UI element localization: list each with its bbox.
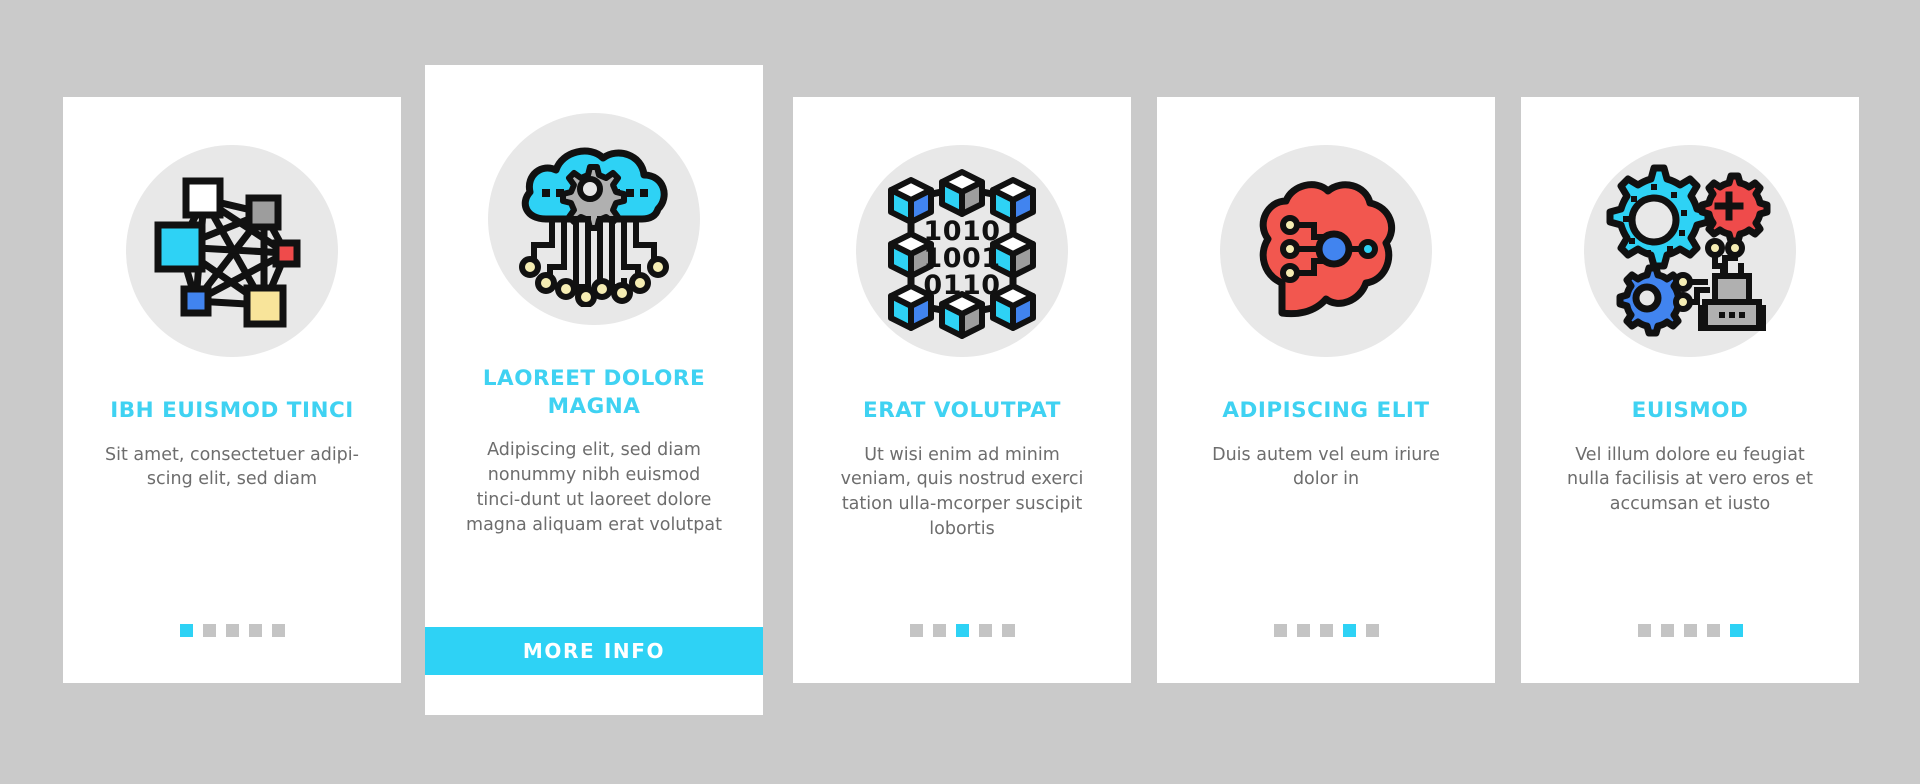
pagination-dot[interactable] xyxy=(179,624,193,637)
card-description: Adipiscing elit, sed diam nonummy nibh e… xyxy=(466,440,722,535)
icon-wrap-5 xyxy=(1584,145,1796,357)
onboarding-card-5[interactable]: EUISMOD Vel illum dolore eu feugiat null… xyxy=(1521,97,1859,683)
icon-wrap-4 xyxy=(1220,145,1432,357)
pagination-dot[interactable] xyxy=(271,624,285,637)
pagination-dots-1[interactable] xyxy=(179,624,285,637)
pagination-dot[interactable] xyxy=(1637,624,1651,637)
pagination-dot[interactable] xyxy=(978,624,992,637)
pagination-dot[interactable] xyxy=(1001,624,1015,637)
pagination-dot[interactable] xyxy=(248,624,262,637)
card-title: IBH EUISMOD TINCI xyxy=(110,398,354,423)
automation-robot-icon xyxy=(1584,145,1796,357)
card-title: LAOREET DOLORE MAGNA xyxy=(482,366,706,419)
pagination-dot[interactable] xyxy=(1660,624,1674,637)
pagination-dots-4[interactable] xyxy=(1273,624,1379,637)
neural-network-icon xyxy=(126,145,338,357)
pagination-dots-3[interactable] xyxy=(909,624,1015,637)
pagination-dot[interactable] xyxy=(1683,624,1697,637)
pagination-dots-5[interactable] xyxy=(1637,624,1743,637)
ai-brain-icon xyxy=(1220,145,1432,357)
card-description: Ut wisi enim ad minim veniam, quis nostr… xyxy=(840,444,1084,540)
pagination-dot[interactable] xyxy=(1296,624,1310,637)
pagination-dot[interactable] xyxy=(1273,624,1287,637)
card-title: EUISMOD xyxy=(1631,398,1749,423)
icon-wrap-2 xyxy=(488,113,700,325)
onboarding-card-3[interactable]: 1010 1001 0110 ERAT VOLUTPAT Ut wisi eni… xyxy=(793,97,1131,683)
pagination-dot[interactable] xyxy=(225,624,239,637)
card-description: Sit amet, consectetuer adipi-scing elit,… xyxy=(105,444,359,490)
binary-line-3: 0110 xyxy=(923,270,1000,301)
icon-wrap-3: 1010 1001 0110 xyxy=(856,145,1068,357)
pagination-dot[interactable] xyxy=(1342,624,1356,637)
card-description: Vel illum dolore eu feugiat nulla facili… xyxy=(1567,444,1813,515)
card-description: Duis autem vel eum iriure dolor in xyxy=(1212,444,1440,490)
pagination-dot[interactable] xyxy=(202,624,216,637)
blockchain-icon: 1010 1001 0110 xyxy=(856,145,1068,357)
onboarding-card-2[interactable]: LAOREET DOLORE MAGNA Adipiscing elit, se… xyxy=(425,65,763,715)
cloud-computing-icon xyxy=(488,113,700,325)
card-title: ERAT VOLUTPAT xyxy=(863,398,1061,423)
pagination-dot[interactable] xyxy=(955,624,969,637)
card-title: ADIPISCING ELIT xyxy=(1222,398,1430,423)
onboarding-card-4[interactable]: ADIPISCING ELIT Duis autem vel eum iriur… xyxy=(1157,97,1495,683)
onboarding-screens-stage: IBH EUISMOD TINCI Sit amet, consectetuer… xyxy=(0,0,1920,784)
pagination-dot[interactable] xyxy=(1319,624,1333,637)
pagination-dot[interactable] xyxy=(1729,624,1743,637)
pagination-dot[interactable] xyxy=(932,624,946,637)
icon-wrap-1 xyxy=(126,145,338,357)
more-info-button[interactable]: MORE INFO xyxy=(425,627,763,675)
pagination-dot[interactable] xyxy=(1365,624,1379,637)
onboarding-card-1[interactable]: IBH EUISMOD TINCI Sit amet, consectetuer… xyxy=(63,97,401,683)
pagination-dot[interactable] xyxy=(909,624,923,637)
pagination-dot[interactable] xyxy=(1706,624,1720,637)
